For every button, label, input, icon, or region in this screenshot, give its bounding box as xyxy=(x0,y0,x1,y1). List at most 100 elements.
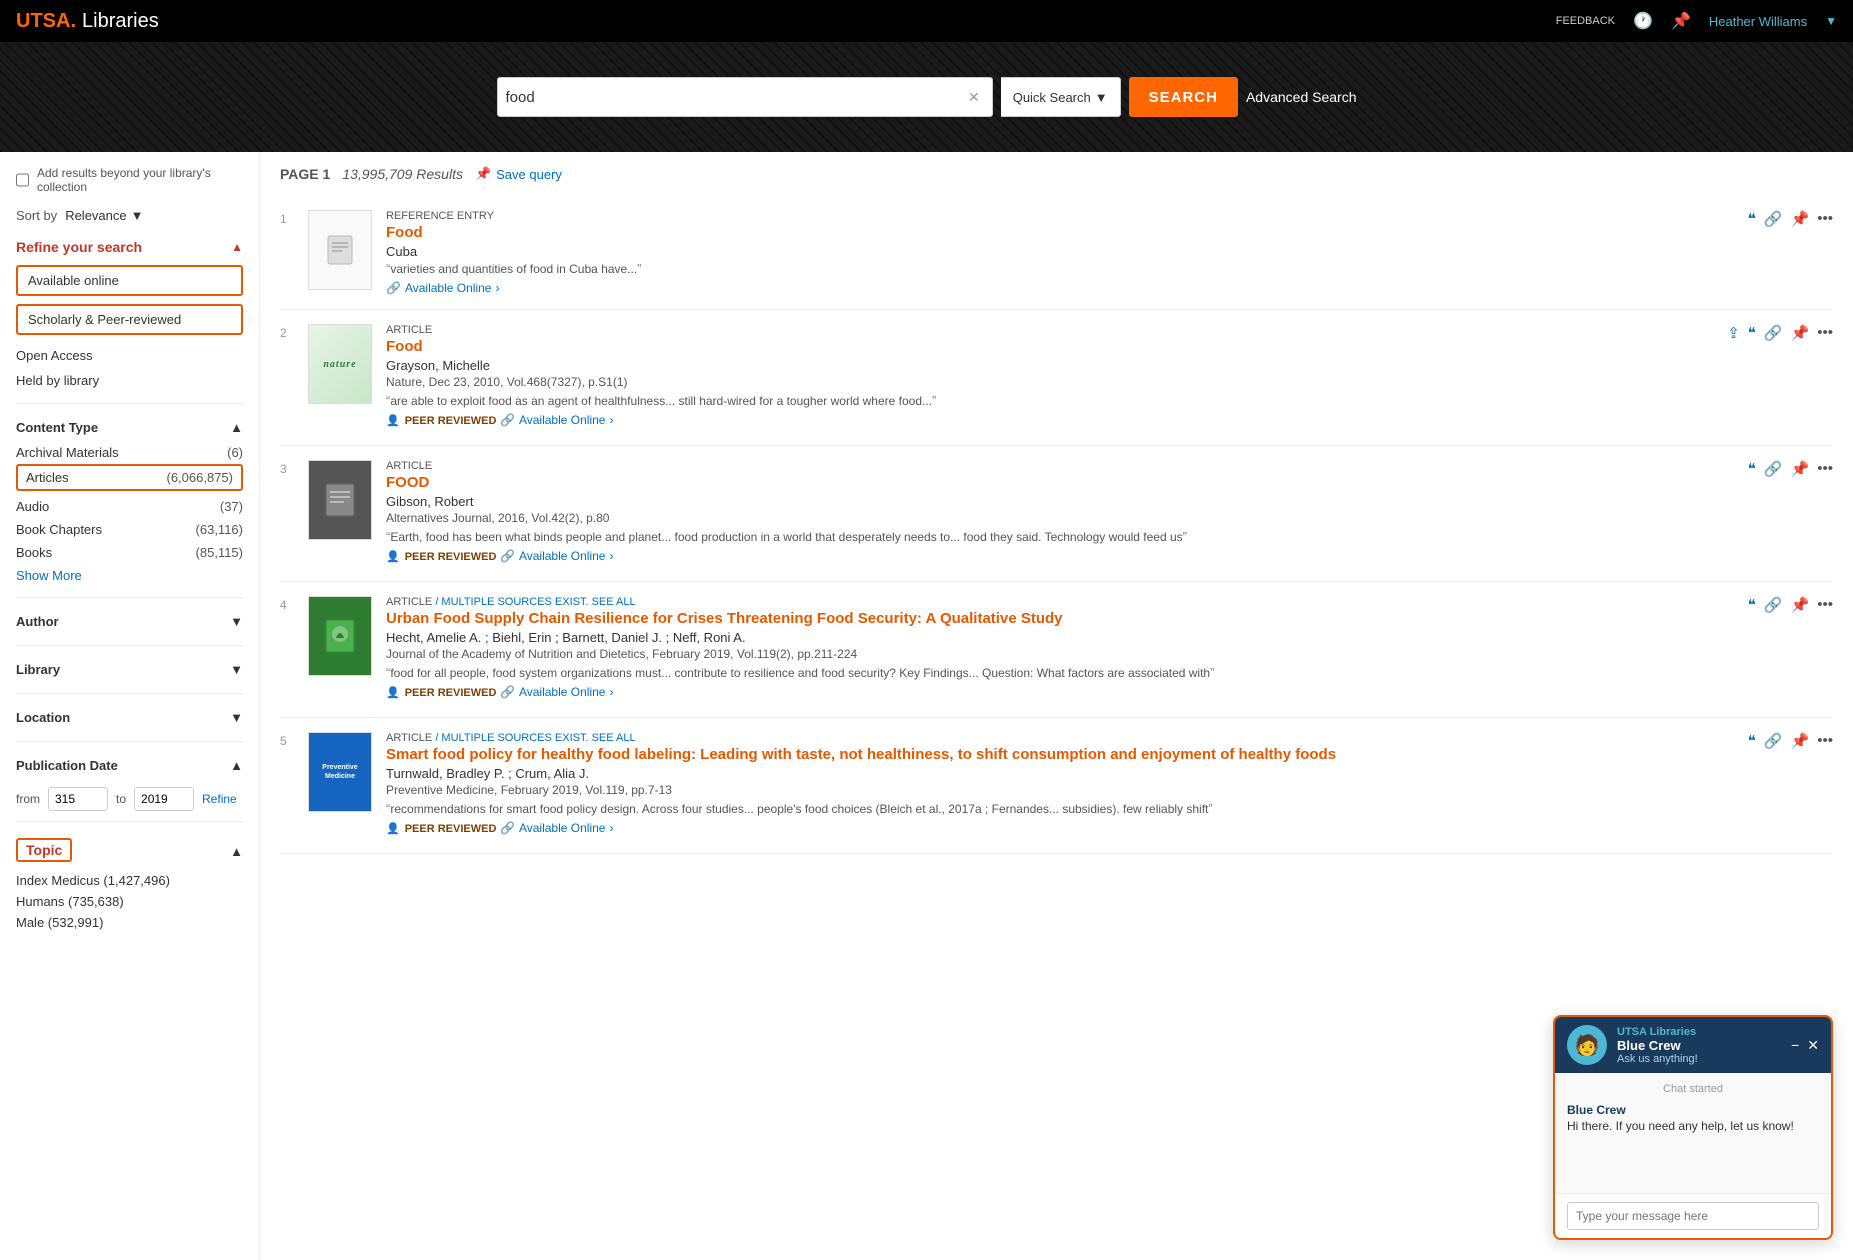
sort-dropdown[interactable]: Relevance ▼ xyxy=(65,208,143,223)
divider5 xyxy=(16,741,243,742)
result-type: ARTICLE / multiple sources exist. see al… xyxy=(386,596,1833,608)
result-author: Grayson, Michelle xyxy=(386,358,1833,373)
result-title[interactable]: Urban Food Supply Chain Resilience for C… xyxy=(386,610,1833,627)
content-type-item[interactable]: Articles (6,066,875) xyxy=(16,464,243,491)
sidebar: Add results beyond your library's collec… xyxy=(0,152,260,1260)
location-header[interactable]: Location ▼ xyxy=(16,704,243,731)
topic-label[interactable]: Topic xyxy=(16,838,72,862)
content-type-header[interactable]: Content Type ▲ xyxy=(16,414,243,441)
content-type-label: Book Chapters xyxy=(16,522,196,537)
filter-held-by-library-link[interactable]: Held by library xyxy=(16,368,243,393)
divider2 xyxy=(16,597,243,598)
result-snippet: “varieties and quantities of food in Cub… xyxy=(386,261,1833,276)
result-title[interactable]: Food xyxy=(386,224,1833,241)
search-input-wrapper: ✕ xyxy=(497,77,993,117)
result-card: 4 ARTICLE / multiple sources exist. see … xyxy=(280,582,1833,718)
pin-icon[interactable]: 📌 xyxy=(1671,11,1691,31)
pin-icon[interactable]: 📌 xyxy=(1791,324,1810,342)
result-title[interactable]: Smart food policy for healthy food label… xyxy=(386,746,1833,763)
topic-item[interactable]: Humans (735,638) xyxy=(16,891,243,912)
cite-icon[interactable]: ❝ xyxy=(1748,324,1756,342)
link-copy-icon[interactable]: 🔗 xyxy=(1764,210,1783,228)
arrow-icon: › xyxy=(609,821,613,835)
link-copy-icon[interactable]: 🔗 xyxy=(1764,324,1783,342)
pub-date-to-input[interactable] xyxy=(134,787,194,811)
chat-agent-name: Blue Crew xyxy=(1617,1038,1698,1053)
feedback-link[interactable]: FEEDBACK xyxy=(1556,15,1615,27)
result-title[interactable]: FOOD xyxy=(386,474,1833,491)
cite-icon[interactable]: ❝ xyxy=(1748,596,1756,614)
pin-icon[interactable]: 📌 xyxy=(1791,596,1810,614)
content-type-label: Audio xyxy=(16,499,220,514)
search-input[interactable] xyxy=(506,89,964,106)
result-type-link[interactable]: / multiple sources exist. see all xyxy=(435,732,635,744)
more-actions-icon[interactable]: ••• xyxy=(1817,210,1833,227)
share-icon[interactable]: ⇪ xyxy=(1727,324,1740,342)
refine-title: Refine your search xyxy=(16,239,142,255)
chat-input[interactable] xyxy=(1567,1202,1819,1230)
show-more-link[interactable]: Show More xyxy=(16,564,243,587)
available-online-link[interactable]: 🔗 Available Online › xyxy=(386,281,499,295)
quick-search-button[interactable]: Quick Search ▼ xyxy=(1001,77,1121,117)
more-actions-icon[interactable]: ••• xyxy=(1817,460,1833,477)
refine-header: Refine your search ▲ xyxy=(16,239,243,255)
content-type-item[interactable]: Archival Materials (6) xyxy=(16,441,243,464)
content-type-item[interactable]: Audio (37) xyxy=(16,495,243,518)
topic-item[interactable]: Index Medicus (1,427,496) xyxy=(16,870,243,891)
user-dropdown-icon[interactable]: ▼ xyxy=(1825,14,1837,28)
link-copy-icon[interactable]: 🔗 xyxy=(1764,596,1783,614)
more-actions-icon[interactable]: ••• xyxy=(1817,732,1833,749)
quick-search-arrow-icon: ▼ xyxy=(1095,90,1108,105)
pub-date-from-input[interactable] xyxy=(48,787,108,811)
advanced-search-link[interactable]: Advanced Search xyxy=(1246,89,1357,105)
search-clear-button[interactable]: ✕ xyxy=(964,89,984,106)
search-submit-button[interactable]: SEARCH xyxy=(1129,77,1238,117)
filter-scholarly-button[interactable]: Scholarly & Peer-reviewed xyxy=(16,304,243,335)
available-online-link[interactable]: 🔗 Available Online › xyxy=(500,413,613,427)
link-copy-icon[interactable]: 🔗 xyxy=(1764,732,1783,750)
available-online-label: Available Online xyxy=(519,413,606,427)
page-label: PAGE 1 xyxy=(280,166,330,182)
history-icon[interactable]: 🕐 xyxy=(1633,11,1653,31)
result-number: 3 xyxy=(280,460,294,567)
topic-item[interactable]: Male (532,991) xyxy=(16,912,243,933)
link-icon: 🔗 xyxy=(500,685,515,699)
author-header[interactable]: Author ▼ xyxy=(16,608,243,635)
topic-toggle-icon[interactable]: ▲ xyxy=(230,844,243,859)
pin-icon[interactable]: 📌 xyxy=(1791,210,1810,228)
peer-reviewed-icon: 👤 xyxy=(386,414,400,427)
cite-icon[interactable]: ❝ xyxy=(1748,210,1756,228)
result-title[interactable]: Food xyxy=(386,338,1833,355)
available-online-link[interactable]: 🔗 Available Online › xyxy=(500,685,613,699)
content-type-item[interactable]: Book Chapters (63,116) xyxy=(16,518,243,541)
chat-avatar: 🧑 xyxy=(1567,1025,1607,1065)
site-logo[interactable]: UTSA. Libraries xyxy=(16,10,159,33)
chat-message-text: Hi there. If you need any help, let us k… xyxy=(1567,1119,1819,1133)
save-query-button[interactable]: 📌 Save query xyxy=(475,166,562,182)
content-type-item[interactable]: Books (85,115) xyxy=(16,541,243,564)
link-copy-icon[interactable]: 🔗 xyxy=(1764,460,1783,478)
result-actions: ❝ 🔗 📌 ••• xyxy=(1748,732,1833,750)
add-results-checkbox[interactable] xyxy=(16,173,29,187)
result-type-link[interactable]: / multiple sources exist. see all xyxy=(435,596,635,608)
chat-close-button[interactable]: ✕ xyxy=(1807,1037,1819,1054)
available-online-link[interactable]: 🔗 Available Online › xyxy=(500,549,613,563)
pin-icon[interactable]: 📌 xyxy=(1791,460,1810,478)
filter-open-access-link[interactable]: Open Access xyxy=(16,343,243,368)
chat-minimize-button[interactable]: − xyxy=(1791,1037,1799,1054)
user-name[interactable]: Heather Williams xyxy=(1709,14,1807,29)
pub-date-header[interactable]: Publication Date ▲ xyxy=(16,752,243,779)
more-actions-icon[interactable]: ••• xyxy=(1817,324,1833,341)
result-actions: ⇪ ❝ 🔗 📌 ••• xyxy=(1727,324,1833,342)
library-header[interactable]: Library ▼ xyxy=(16,656,243,683)
more-actions-icon[interactable]: ••• xyxy=(1817,596,1833,613)
filter-available-online-button[interactable]: Available online xyxy=(16,265,243,296)
available-online-link[interactable]: 🔗 Available Online › xyxy=(500,821,613,835)
cite-icon[interactable]: ❝ xyxy=(1748,732,1756,750)
cite-icon[interactable]: ❝ xyxy=(1748,460,1756,478)
pub-date-refine-button[interactable]: Refine xyxy=(202,792,237,806)
pin-icon[interactable]: 📌 xyxy=(1791,732,1810,750)
link-icon: 🔗 xyxy=(500,549,515,563)
chat-body: Chat started Blue Crew Hi there. If you … xyxy=(1555,1073,1831,1193)
refine-toggle[interactable]: ▲ xyxy=(231,240,243,254)
